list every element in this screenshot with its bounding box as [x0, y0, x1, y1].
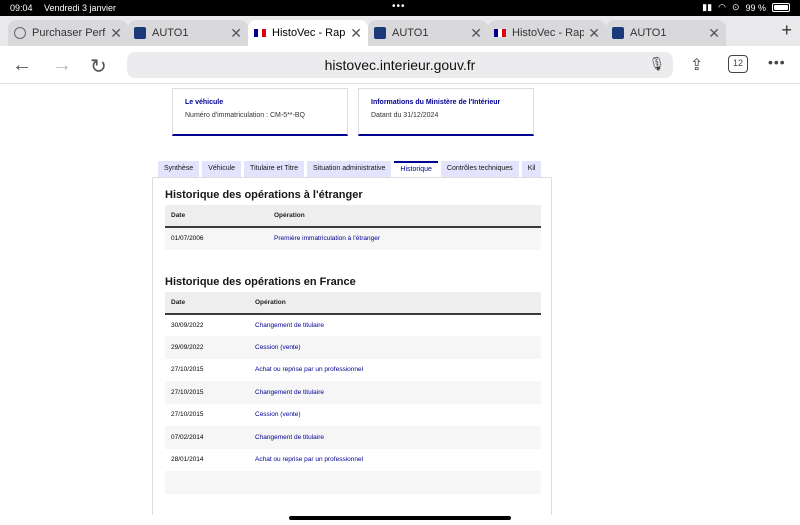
url-text: histovec.interieur.gouv.fr	[324, 57, 476, 73]
tab-kilometrage[interactable]: Kil	[521, 161, 542, 177]
status-time: 09:04	[10, 3, 33, 13]
row-operation: Cession (vente)	[255, 411, 301, 419]
share-icon[interactable]: ⇪	[690, 55, 703, 75]
close-icon[interactable]: ✕	[708, 25, 720, 42]
row-operation: Achat ou reprise par un professionnel	[255, 456, 364, 464]
web-content: Le véhicule Numéro d'immatriculation : C…	[0, 85, 800, 515]
card-value: Numéro d'immatriculation : CM-5**-BQ	[185, 112, 305, 119]
row-date: 07/02/2014	[165, 426, 249, 449]
tab-label: Purchaser Perf	[32, 27, 106, 39]
tab-label: AUTO1	[392, 27, 429, 39]
french-flag-icon	[254, 29, 266, 37]
row-date: 27/10/2015	[165, 381, 249, 404]
back-arrow-icon[interactable]: ←	[12, 54, 32, 77]
vehicle-card: Le véhicule Numéro d'immatriculation : C…	[172, 88, 348, 136]
browser-tab-6[interactable]: AUTO1 ✕	[606, 20, 726, 46]
tab-controles[interactable]: Contrôles techniques	[440, 161, 519, 177]
table-row: 28/01/2014 Achat ou reprise par un profe…	[165, 449, 541, 472]
table-row	[165, 471, 541, 494]
tab-titulaire[interactable]: Titulaire et Titre	[244, 161, 305, 177]
more-options-icon[interactable]: •••	[768, 54, 786, 70]
table-row: 01/07/2006 Première immatriculation à l'…	[165, 227, 541, 250]
ministry-card: Informations du Ministère de l'Intérieur…	[358, 88, 534, 136]
row-operation: Changement de titulaire	[255, 321, 325, 329]
browser-tab-4[interactable]: AUTO1 ✕	[368, 20, 488, 46]
auto1-favicon-icon	[374, 27, 386, 39]
wifi-icon: ◠	[718, 2, 726, 12]
table-row: 27/10/2015 Changement de titulaire	[165, 381, 541, 404]
close-icon[interactable]: ✕	[110, 25, 122, 42]
tab-label: AUTO1	[152, 27, 189, 39]
row-date: 27/10/2015	[171, 366, 204, 374]
browser-tab-2[interactable]: AUTO1 ✕	[128, 20, 248, 46]
column-header-operation: Opération	[249, 291, 541, 315]
status-bar: 09:04 Vendredi 3 janvier ••• ▮▮ ◠ ⊙ 99 %	[0, 0, 800, 16]
row-date: 30/09/2022	[171, 321, 204, 329]
table-row: 30/09/2022 Changement de titulaire	[165, 314, 541, 337]
auto1-favicon-icon	[134, 27, 146, 39]
row-date: 28/01/2014	[171, 456, 204, 464]
row-date: 29/09/2022	[165, 336, 249, 359]
row-date: 27/10/2015	[171, 411, 204, 419]
foreign-history-table: Date Opération 01/07/2006 Première immat…	[165, 205, 541, 250]
history-panel: Historique des opérations à l'étranger D…	[152, 177, 552, 515]
browser-tab-3[interactable]: HistoVec - Rap ✕	[248, 20, 368, 46]
microphone-icon[interactable]: 🎙	[648, 56, 665, 72]
forward-arrow-icon[interactable]: →	[52, 54, 72, 77]
column-header-operation: Opération	[268, 205, 541, 228]
tab-label: HistoVec - Rap	[512, 27, 585, 39]
table-row: 27/10/2015 Cession (vente)	[165, 404, 541, 427]
row-operation: Achat ou reprise par un professionnel	[255, 366, 364, 374]
row-operation: Changement de titulaire	[249, 426, 541, 449]
orientation-lock-icon: ⊙	[731, 2, 740, 12]
new-tab-button[interactable]: +	[781, 20, 792, 41]
row-operation: Première immatriculation à l'étranger	[268, 227, 541, 250]
row-operation: Changement de titulaire	[249, 381, 541, 404]
tab-historique[interactable]: Historique	[394, 161, 438, 177]
card-title: Informations du Ministère de l'Intérieur	[371, 99, 501, 106]
globe-icon	[14, 27, 26, 39]
browser-tab-bar: Purchaser Perf ✕ AUTO1 ✕ HistoVec - Rap …	[0, 16, 800, 46]
french-flag-icon	[494, 29, 506, 37]
close-icon[interactable]: ✕	[470, 25, 482, 42]
browser-tab-1[interactable]: Purchaser Perf ✕	[8, 20, 128, 46]
table-row: 29/09/2022 Cession (vente)	[165, 336, 541, 359]
tab-label: HistoVec - Rap	[272, 27, 346, 39]
browser-tab-5[interactable]: HistoVec - Rap ✕	[488, 20, 606, 46]
close-icon[interactable]: ✕	[588, 25, 600, 42]
close-icon[interactable]: ✕	[230, 25, 242, 42]
foreign-history-title: Historique des opérations à l'étranger	[165, 189, 363, 201]
card-value: Datant du 31/12/2024	[371, 112, 439, 119]
row-operation: Cession (vente)	[249, 336, 541, 359]
column-header-date: Date	[165, 205, 268, 228]
row-date: 01/07/2006	[165, 227, 268, 250]
reload-icon[interactable]: ↻	[90, 54, 107, 79]
tab-situation[interactable]: Situation administrative	[307, 161, 392, 177]
multitask-dots-icon[interactable]: •••	[392, 1, 406, 12]
tab-overview-button[interactable]: 12	[728, 55, 748, 73]
browser-toolbar: ← → ↻ histovec.interieur.gouv.fr 🎙 ⇪ 12 …	[0, 46, 800, 84]
status-date: Vendredi 3 janvier	[44, 3, 117, 13]
address-bar[interactable]: histovec.interieur.gouv.fr 🎙	[127, 52, 673, 78]
table-row: 27/10/2015 Achat ou reprise par un profe…	[165, 359, 541, 382]
close-icon[interactable]: ✕	[350, 25, 362, 42]
tab-vehicule[interactable]: Véhicule	[202, 161, 242, 177]
battery-icon	[772, 3, 790, 12]
signal-icon: ▮▮	[702, 2, 713, 12]
column-header-date: Date	[165, 291, 249, 315]
battery-percent: 99 %	[745, 2, 766, 13]
card-title: Le véhicule	[185, 99, 224, 106]
report-tabs: Synthèse Véhicule Titulaire et Titre Sit…	[158, 161, 542, 177]
france-history-title: Historique des opérations en France	[165, 275, 356, 288]
tab-label: AUTO1	[630, 27, 667, 39]
auto1-favicon-icon	[612, 27, 624, 39]
table-row: 07/02/2014 Changement de titulaire	[165, 426, 541, 449]
home-indicator[interactable]	[289, 516, 511, 520]
tab-synthese[interactable]: Synthèse	[158, 161, 200, 177]
france-history-table: Date Opération 30/09/2022 Changement de …	[165, 291, 541, 494]
